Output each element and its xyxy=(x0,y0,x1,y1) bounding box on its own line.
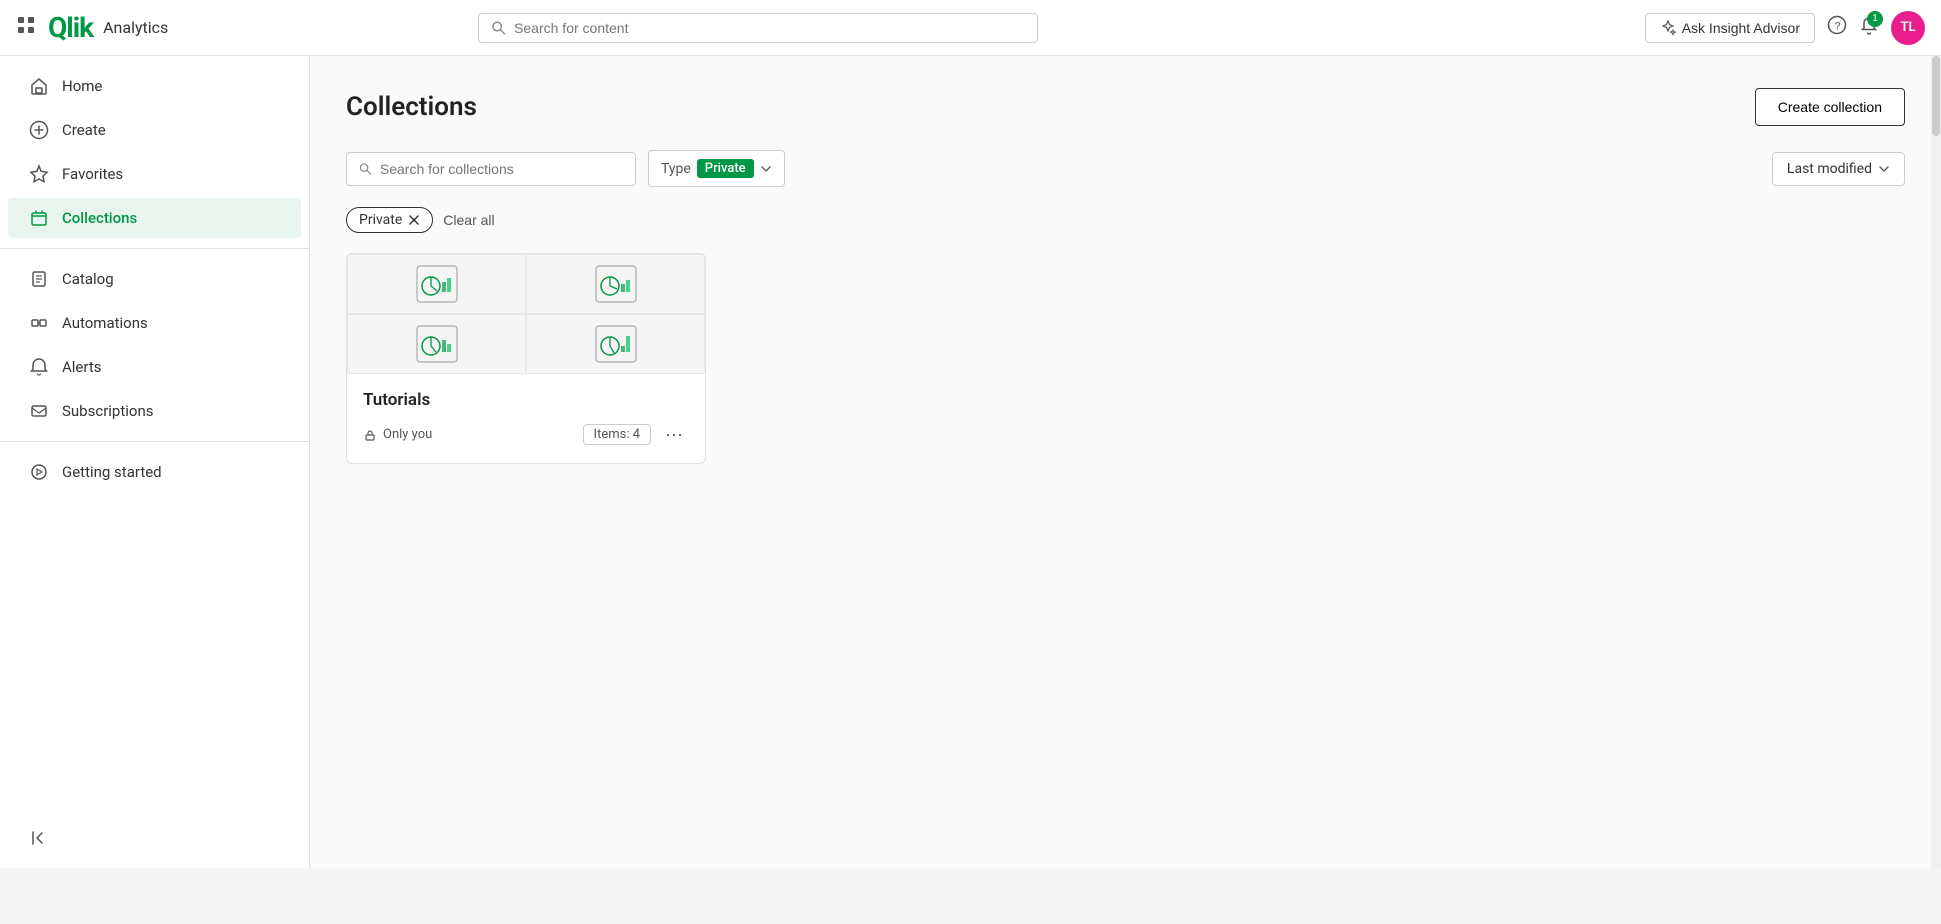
alerts-icon xyxy=(28,357,50,377)
insight-advisor-label: Ask Insight Advisor xyxy=(1682,20,1800,36)
items-count-badge: Items: 4 xyxy=(583,424,651,445)
star-icon xyxy=(28,164,50,184)
sort-dropdown[interactable]: Last modified xyxy=(1772,152,1905,186)
collections-icon xyxy=(28,208,50,228)
sidebar-divider-2 xyxy=(0,441,309,442)
sidebar-item-automations-label: Automations xyxy=(62,314,148,332)
main-layout: Home Create Favorites xyxy=(0,56,1941,868)
card-thumbnails xyxy=(347,254,705,374)
sidebar-item-automations[interactable]: Automations xyxy=(8,303,301,343)
scrollbar-track xyxy=(1931,56,1941,868)
chart-thumb-1-icon xyxy=(415,264,459,304)
global-search-input[interactable] xyxy=(514,20,1025,36)
search-collections-icon xyxy=(359,162,372,176)
collection-card-tutorials[interactable]: Tutorials Only you Items: 4 ··· xyxy=(346,253,706,464)
chart-thumb-4-icon xyxy=(594,324,638,364)
page-title: Collections xyxy=(346,92,477,122)
main-content: Collections Create collection Type Priva… xyxy=(310,56,1941,868)
filters-row: Type Private Last modified xyxy=(346,150,1905,187)
sort-label: Last modified xyxy=(1787,161,1872,177)
sidebar-divider-1 xyxy=(0,248,309,249)
getting-started-icon xyxy=(28,462,50,482)
card-footer: Only you Items: 4 ··· xyxy=(363,422,689,447)
global-search xyxy=(478,13,1038,43)
card-body: Tutorials Only you Items: 4 ··· xyxy=(347,374,705,463)
chart-thumb-2-icon xyxy=(594,264,638,304)
grid-menu-icon[interactable] xyxy=(16,15,36,41)
page-header: Collections Create collection xyxy=(346,88,1905,126)
type-filter-dropdown[interactable]: Type Private xyxy=(648,150,785,187)
card-thumbnail-3 xyxy=(347,314,526,374)
collapse-icon xyxy=(28,828,50,848)
private-filter-chip[interactable]: Private xyxy=(346,207,433,233)
card-title: Tutorials xyxy=(363,390,689,410)
catalog-icon xyxy=(28,269,50,289)
remove-filter-icon[interactable] xyxy=(408,214,420,226)
home-icon xyxy=(28,76,50,96)
sidebar-item-catalog[interactable]: Catalog xyxy=(8,259,301,299)
sidebar-item-collections-label: Collections xyxy=(62,209,137,227)
chart-thumb-3-icon xyxy=(415,324,459,364)
lock-icon xyxy=(363,428,377,442)
sidebar-item-subscriptions[interactable]: Subscriptions xyxy=(8,391,301,431)
top-navigation: Qlik Analytics Ask Insight Advisor ? xyxy=(0,0,1941,56)
type-filter-value: Private xyxy=(697,159,754,178)
analytics-label: Analytics xyxy=(103,18,168,37)
card-owner: Only you xyxy=(363,427,432,442)
sidebar-item-getting-started[interactable]: Getting started xyxy=(8,452,301,492)
card-thumbnail-4 xyxy=(526,314,705,374)
sidebar-item-create[interactable]: Create xyxy=(8,110,301,150)
sidebar-item-favorites[interactable]: Favorites xyxy=(8,154,301,194)
insight-advisor-button[interactable]: Ask Insight Advisor xyxy=(1645,13,1815,43)
sidebar-item-favorites-label: Favorites xyxy=(62,165,123,183)
sidebar-item-home[interactable]: Home xyxy=(8,66,301,106)
avatar[interactable]: TL xyxy=(1891,11,1925,45)
sidebar-item-getting-started-label: Getting started xyxy=(62,463,162,481)
scrollbar-thumb[interactable] xyxy=(1932,56,1940,136)
sidebar-collapse-button[interactable] xyxy=(8,818,301,858)
active-filters: Private Clear all xyxy=(346,207,1905,233)
card-owner-label: Only you xyxy=(383,427,432,442)
notifications-icon-button[interactable]: 1 xyxy=(1859,15,1879,41)
topnav-right: Ask Insight Advisor ? 1 TL xyxy=(1645,11,1925,45)
sidebar-item-alerts-label: Alerts xyxy=(62,358,102,376)
sidebar-item-create-label: Create xyxy=(62,121,106,139)
svg-text:?: ? xyxy=(1834,20,1840,32)
filter-chip-label: Private xyxy=(359,212,402,228)
sidebar-bottom xyxy=(0,816,309,860)
subscriptions-icon xyxy=(28,401,50,421)
create-collection-button[interactable]: Create collection xyxy=(1755,88,1905,126)
qlik-logo-text: Qlik xyxy=(48,11,93,44)
logo[interactable]: Qlik Analytics xyxy=(48,11,168,44)
automations-icon xyxy=(28,313,50,333)
sidebar-item-collections[interactable]: Collections xyxy=(8,198,301,238)
sidebar-item-catalog-label: Catalog xyxy=(62,270,114,288)
sidebar-item-subscriptions-label: Subscriptions xyxy=(62,402,153,420)
sidebar: Home Create Favorites xyxy=(0,56,310,868)
insight-advisor-icon xyxy=(1660,20,1676,36)
clear-all-button[interactable]: Clear all xyxy=(443,212,494,228)
card-thumbnail-1 xyxy=(347,254,526,314)
card-meta: Items: 4 ··· xyxy=(583,422,689,447)
search-collections-input[interactable] xyxy=(380,161,623,177)
search-icon xyxy=(491,20,506,36)
type-filter-label: Type xyxy=(661,161,691,177)
type-filter-chevron-icon xyxy=(760,163,772,175)
create-icon xyxy=(28,120,50,140)
sort-chevron-icon xyxy=(1878,163,1890,175)
collections-grid: Tutorials Only you Items: 4 ··· xyxy=(346,253,1905,464)
search-collections-container xyxy=(346,152,636,186)
card-more-options-button[interactable]: ··· xyxy=(659,422,689,447)
notification-badge: 1 xyxy=(1867,11,1883,27)
help-icon-button[interactable]: ? xyxy=(1827,15,1847,41)
card-thumbnail-2 xyxy=(526,254,705,314)
sidebar-item-alerts[interactable]: Alerts xyxy=(8,347,301,387)
sidebar-item-home-label: Home xyxy=(62,77,102,95)
